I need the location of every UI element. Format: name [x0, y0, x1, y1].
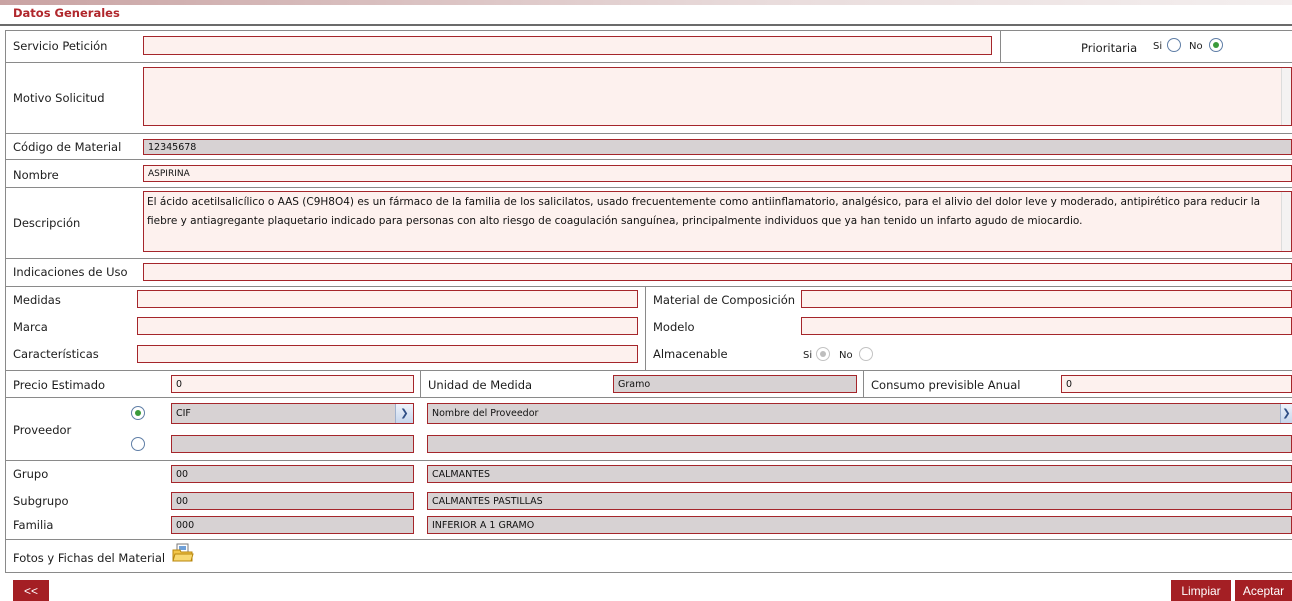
- nombre-label: Nombre: [13, 168, 59, 182]
- marca-label: Marca: [13, 320, 48, 334]
- divider: [5, 187, 1292, 188]
- precio-label: Precio Estimado: [13, 378, 106, 392]
- grupo-name: CALMANTES: [427, 465, 1292, 483]
- proveedor-cif-select-value: CIF: [176, 408, 191, 419]
- familia-label: Familia: [13, 518, 54, 532]
- caracteristicas-label: Características: [13, 347, 99, 361]
- modelo-input[interactable]: [801, 317, 1292, 335]
- almacenable-no-label: No: [839, 350, 853, 361]
- almacenable-si-label: Si: [803, 350, 813, 361]
- divider: [5, 62, 1292, 63]
- descripcion-textarea[interactable]: El ácido acetilsalicílico o AAS (C9H8O4)…: [143, 191, 1292, 252]
- proveedor-label: Proveedor: [13, 423, 72, 437]
- back-button[interactable]: <<: [13, 580, 49, 601]
- almacenable-no-radio[interactable]: [859, 347, 873, 361]
- section-title: Datos Generales: [13, 6, 120, 20]
- divider: [5, 258, 1292, 259]
- subgrupo-label: Subgrupo: [13, 494, 69, 508]
- almacenable-label: Almacenable: [653, 347, 728, 361]
- servicio-label: Servicio Petición: [13, 39, 108, 53]
- limpiar-button[interactable]: Limpiar: [1171, 580, 1231, 601]
- divider-vertical: [863, 370, 864, 397]
- prioritaria-no-radio[interactable]: [1209, 38, 1223, 52]
- descripcion-scrollbar[interactable]: [1281, 192, 1291, 251]
- divider: [5, 159, 1292, 160]
- material-composicion-label: Material de Composición: [653, 293, 796, 307]
- motivo-scrollbar[interactable]: [1281, 68, 1291, 125]
- consumo-input[interactable]: 0: [1061, 375, 1292, 393]
- divider-vertical: [645, 286, 646, 370]
- divider-vertical: [1000, 30, 1001, 62]
- material-composicion-input[interactable]: [801, 290, 1292, 308]
- proveedor-nombre-select-value: Nombre del Proveedor: [432, 408, 539, 419]
- familia-name: INFERIOR A 1 GRAMO: [427, 516, 1292, 534]
- divider-vertical: [420, 370, 421, 397]
- indicaciones-label: Indicaciones de Uso: [13, 265, 128, 279]
- proveedor-nombre-select[interactable]: Nombre del Proveedor: [427, 403, 1292, 424]
- grupo-label: Grupo: [13, 467, 49, 481]
- medidas-input[interactable]: [137, 290, 638, 308]
- consumo-label: Consumo previsible Anual: [871, 378, 1021, 392]
- codigo-label: Código de Material: [13, 140, 122, 154]
- chevron-down-icon[interactable]: ❯: [1280, 404, 1292, 423]
- folder-icon[interactable]: [172, 543, 194, 563]
- chevron-down-icon[interactable]: ❯: [395, 404, 413, 423]
- indicaciones-input[interactable]: [143, 263, 1292, 281]
- motivo-textarea[interactable]: [143, 67, 1292, 126]
- proveedor-input-radio[interactable]: [131, 437, 145, 451]
- descripcion-label: Descripción: [13, 216, 81, 230]
- medidas-label: Medidas: [13, 293, 61, 307]
- proveedor-nombre-input[interactable]: [427, 435, 1292, 453]
- divider: [5, 30, 1292, 31]
- prioritaria-si-radio[interactable]: [1167, 38, 1181, 52]
- subgrupo-name: CALMANTES PASTILLAS: [427, 492, 1292, 510]
- form-bottom-border: [5, 572, 1292, 573]
- section-divider: [0, 24, 1292, 26]
- unidad-label: Unidad de Medida: [428, 378, 533, 392]
- prioritaria-no-label: No: [1189, 41, 1203, 52]
- caracteristicas-input[interactable]: [137, 345, 638, 363]
- codigo-field: 12345678: [143, 139, 1292, 155]
- divider: [5, 133, 1292, 134]
- motivo-label: Motivo Solicitud: [13, 91, 105, 105]
- fotos-label: Fotos y Fichas del Material: [13, 551, 166, 565]
- servicio-input[interactable]: [143, 36, 992, 55]
- form-left-border: [5, 30, 6, 573]
- unidad-field: Gramo: [613, 375, 857, 393]
- familia-code: 000: [171, 516, 414, 534]
- precio-input[interactable]: 0: [171, 375, 414, 393]
- grupo-code: 00: [171, 465, 414, 483]
- proveedor-cif-select[interactable]: CIF: [171, 403, 414, 424]
- prioritaria-si-label: Si: [1153, 41, 1163, 52]
- aceptar-button[interactable]: Aceptar: [1235, 580, 1292, 601]
- prioritaria-label: Prioritaria: [1081, 41, 1138, 55]
- divider: [5, 370, 1292, 371]
- divider: [5, 286, 1292, 287]
- divider: [5, 539, 1292, 540]
- nombre-input[interactable]: ASPIRINA: [143, 165, 1292, 182]
- top-accent-bar: [0, 0, 1292, 5]
- marca-input[interactable]: [137, 317, 638, 335]
- proveedor-select-radio[interactable]: [131, 406, 145, 420]
- modelo-label: Modelo: [653, 320, 695, 334]
- almacenable-si-radio[interactable]: [816, 347, 830, 361]
- divider: [5, 460, 1292, 461]
- divider: [5, 397, 1292, 398]
- subgrupo-code: 00: [171, 492, 414, 510]
- proveedor-cif-input[interactable]: [171, 435, 414, 453]
